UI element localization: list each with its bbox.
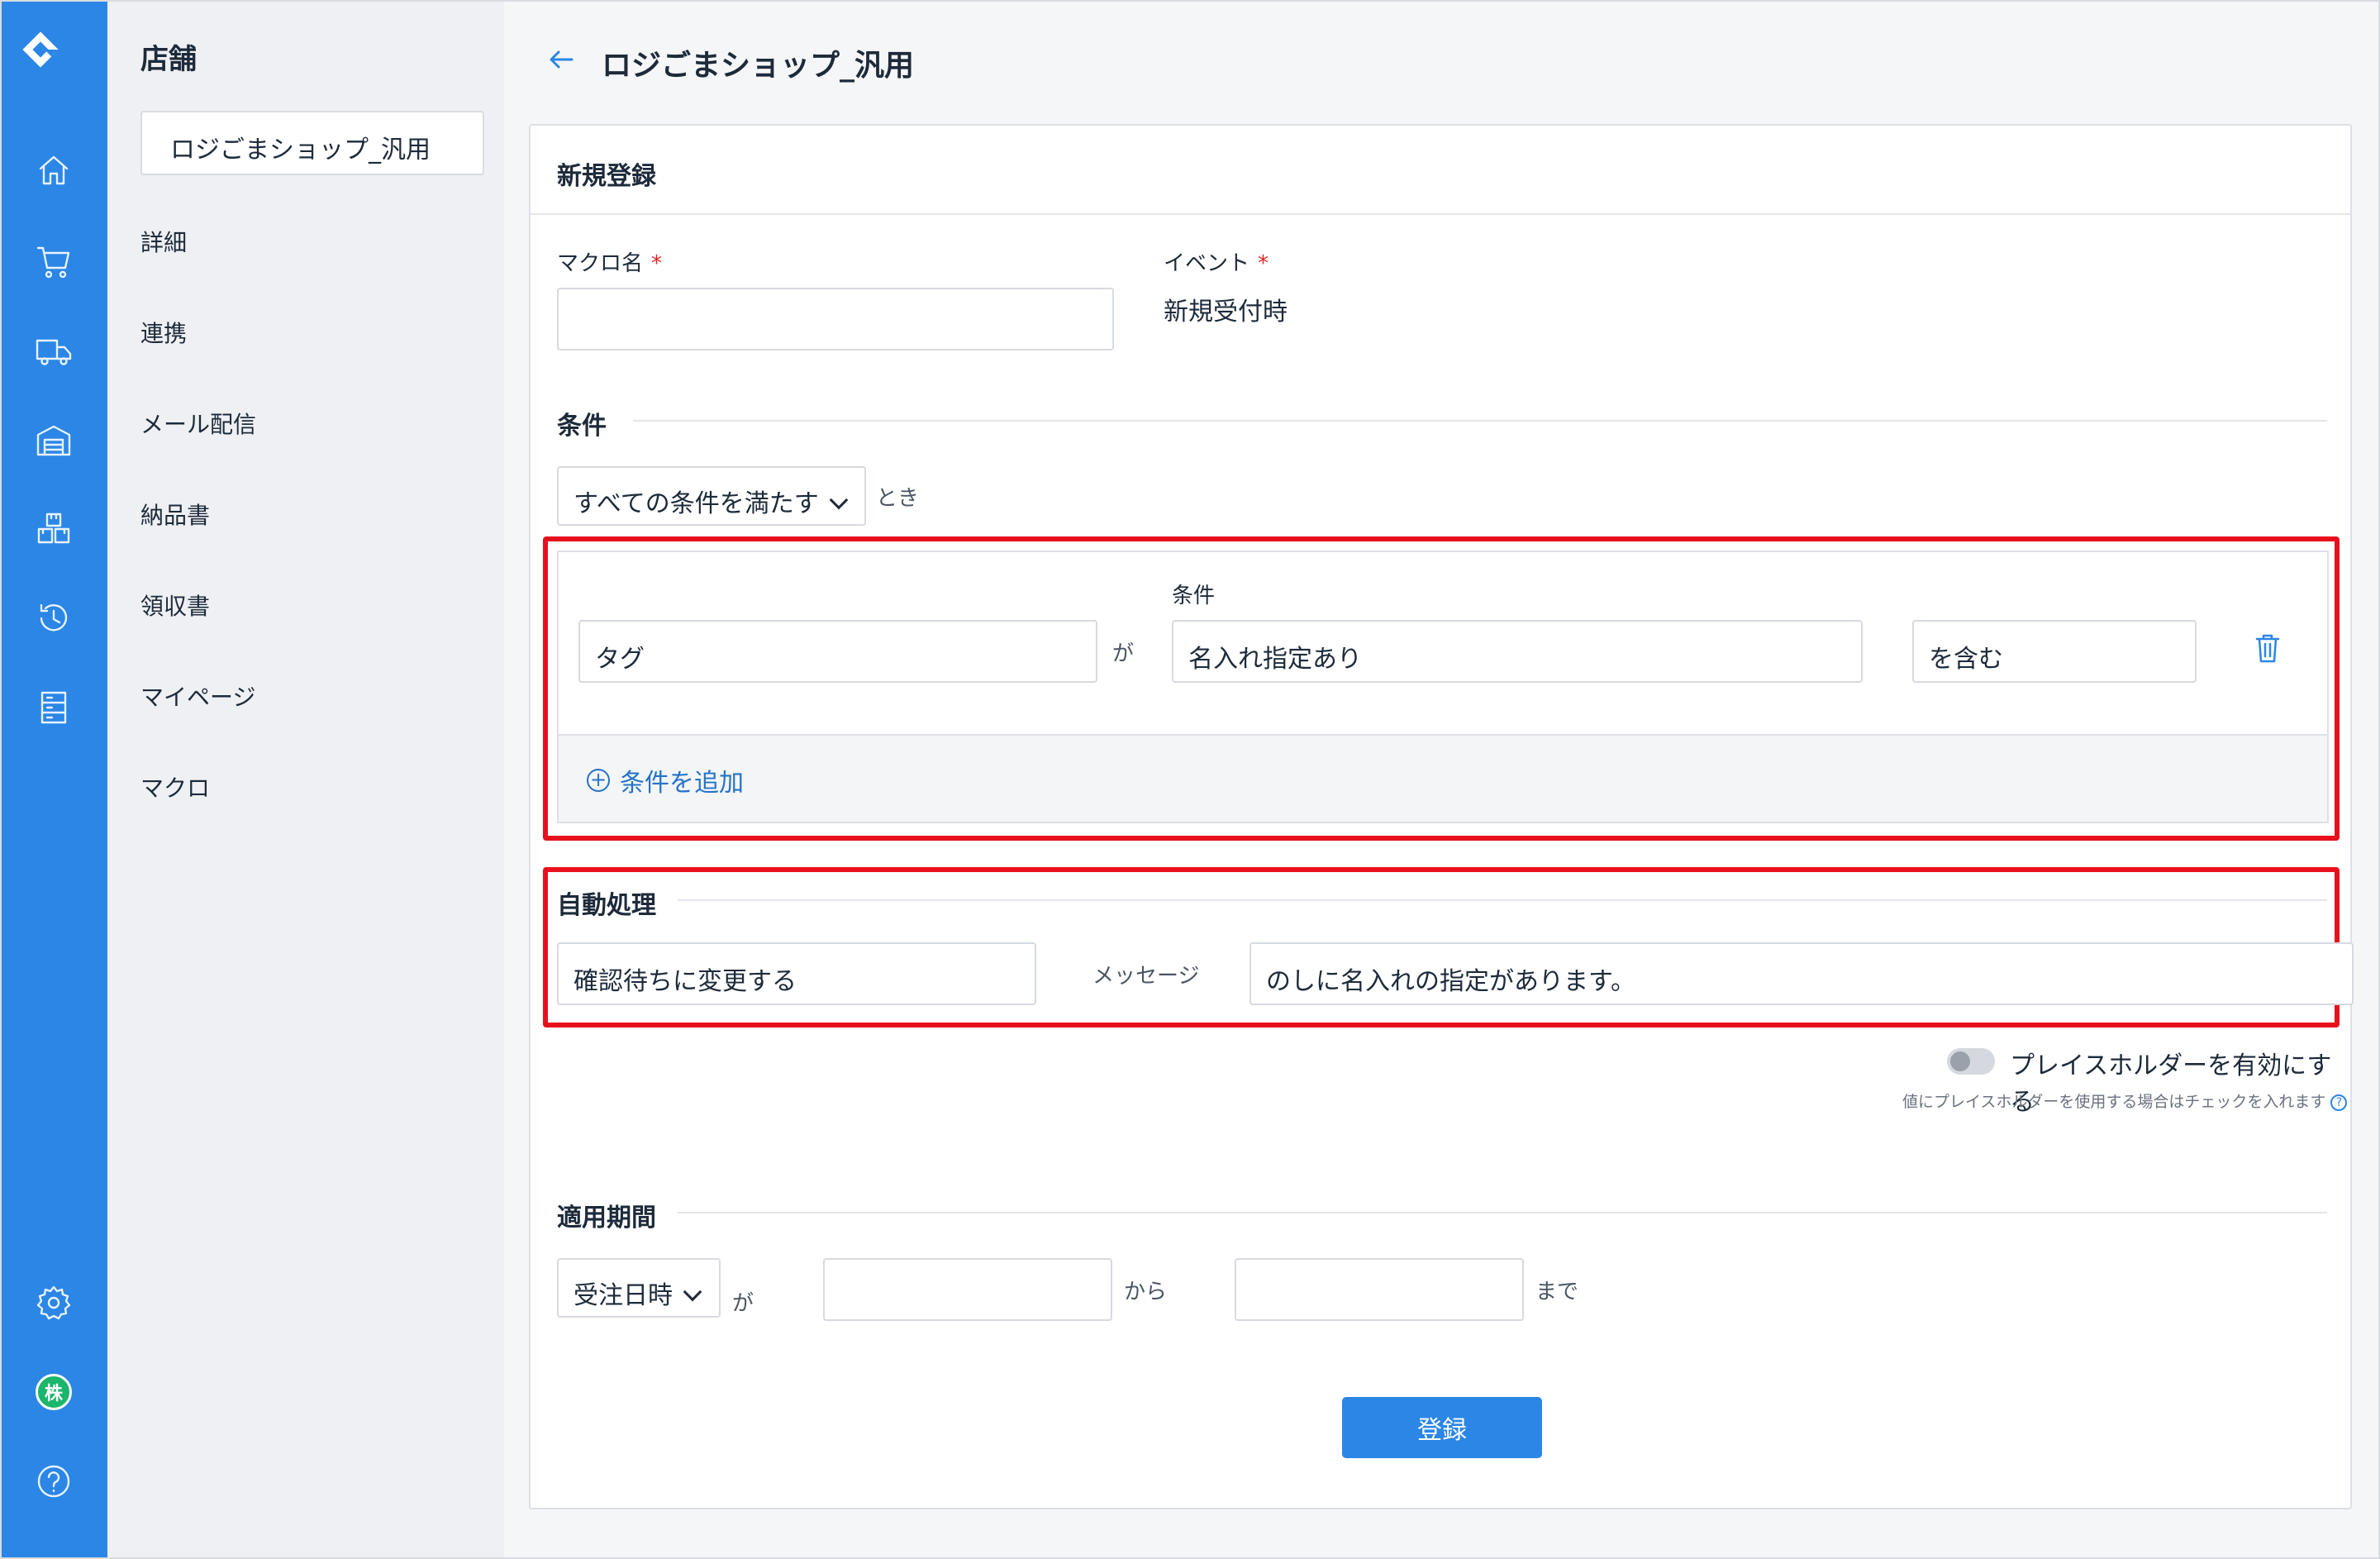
add-condition-button[interactable]: + 条件を追加 bbox=[587, 762, 744, 799]
conditions-section-title: 条件 bbox=[557, 412, 607, 441]
period-to-label: まで bbox=[1535, 1280, 1579, 1304]
logo-icon[interactable] bbox=[21, 30, 87, 96]
event-value: 新規受付時 bbox=[1164, 298, 1288, 327]
help-icon[interactable] bbox=[31, 1458, 77, 1504]
trash-icon[interactable] bbox=[2253, 632, 2282, 665]
question-icon[interactable]: ? bbox=[2330, 1094, 2348, 1111]
condition-rules-panel: 条件 タグ が 名入れ指定あり を含む + 条件を追加 bbox=[557, 551, 2329, 823]
condition-value-input[interactable]: 名入れ指定あり bbox=[1172, 620, 1863, 683]
condition-field-input[interactable]: タグ bbox=[578, 620, 1097, 683]
back-arrow-icon[interactable] bbox=[545, 43, 578, 76]
sidebar-item-mypage[interactable]: マイページ bbox=[140, 679, 255, 713]
macro-name-label: マクロ名 * bbox=[557, 251, 663, 276]
auto-process-section-title: 自動処理 bbox=[557, 891, 656, 920]
conditions-divider bbox=[633, 420, 2327, 422]
register-button[interactable]: 登録 bbox=[1342, 1397, 1542, 1458]
period-from-input[interactable] bbox=[823, 1258, 1112, 1321]
chevron-down-icon bbox=[683, 1282, 702, 1302]
avatar-icon[interactable]: 株 bbox=[31, 1369, 77, 1415]
plus-circle-icon: + bbox=[587, 769, 610, 792]
sidebar-item-integration[interactable]: 連携 bbox=[140, 316, 187, 349]
sidebar-item-receipt[interactable]: 領収書 bbox=[140, 589, 210, 622]
toggle-knob bbox=[1950, 1051, 1970, 1071]
condition-match-select[interactable]: すべての条件を満たす bbox=[557, 466, 866, 526]
message-input[interactable]: のしに名入れの指定があります。 bbox=[1250, 942, 2354, 1005]
event-label: イベント * bbox=[1164, 251, 1269, 276]
condition-column-label: 条件 bbox=[1172, 584, 1216, 608]
sidebar-title: 店舗 bbox=[140, 43, 197, 76]
condition-match-suffix: とき bbox=[876, 486, 920, 511]
gear-icon[interactable] bbox=[31, 1280, 77, 1326]
card-title: 新規登録 bbox=[557, 162, 656, 191]
sidebar-item-details[interactable]: 詳細 bbox=[140, 225, 187, 258]
auto-action-select[interactable]: 確認待ちに変更する bbox=[557, 942, 1036, 1005]
store-sidebar: 店舗 ロジごまショップ_汎用 詳細 連携 メール配信 納品書 領収書 マイページ… bbox=[107, 0, 504, 1559]
period-section-title: 適用期間 bbox=[557, 1204, 656, 1232]
sidebar-item-delivery-note[interactable]: 納品書 bbox=[140, 498, 210, 531]
home-icon[interactable] bbox=[31, 147, 77, 193]
boxes-icon[interactable] bbox=[31, 506, 77, 552]
warehouse-icon[interactable] bbox=[31, 417, 77, 463]
placeholder-hint: 値にプレイスホルダーを使用する場合はチェックを入れます? bbox=[1902, 1089, 2348, 1112]
cart-icon[interactable] bbox=[31, 238, 77, 284]
icon-rail: 株 bbox=[0, 0, 107, 1559]
condition-connector: が bbox=[1112, 641, 1135, 666]
card-header: 新規登録 bbox=[531, 126, 2350, 215]
auto-process-divider bbox=[678, 899, 2327, 901]
page-title: ロジごまショップ_汎用 bbox=[602, 49, 915, 83]
shop-selector[interactable]: ロジごまショップ_汎用 bbox=[140, 111, 484, 175]
period-divider bbox=[678, 1212, 2327, 1213]
history-icon[interactable] bbox=[31, 595, 77, 641]
period-from-label: から bbox=[1124, 1280, 1168, 1304]
sidebar-item-mail[interactable]: メール配信 bbox=[140, 407, 256, 440]
condition-panel-footer: + 条件を追加 bbox=[559, 734, 2327, 822]
macro-name-input[interactable] bbox=[557, 288, 1114, 350]
macro-form-card: 新規登録 マクロ名 * イベント * 新規受付時 条件 すべての条件を満たす とき … bbox=[529, 124, 2354, 1509]
database-icon[interactable] bbox=[31, 684, 77, 731]
truck-icon[interactable] bbox=[31, 327, 77, 374]
period-basis-select[interactable]: 受注日時 bbox=[557, 1258, 721, 1318]
avatar: 株 bbox=[36, 1374, 72, 1410]
message-label: メッセージ bbox=[1092, 964, 1200, 989]
condition-operator-select[interactable]: を含む bbox=[1912, 620, 2197, 683]
main-content: ロジごまショップ_汎用 新規登録 マクロ名 * イベント * 新規受付時 条件 すべ… bbox=[504, 0, 2380, 1559]
add-condition-label: 条件を追加 bbox=[620, 769, 744, 798]
period-connector: が bbox=[732, 1291, 754, 1316]
sidebar-item-macro[interactable]: マクロ bbox=[140, 770, 210, 803]
period-to-input[interactable] bbox=[1235, 1258, 1524, 1321]
placeholder-toggle[interactable] bbox=[1947, 1048, 1995, 1075]
chevron-down-icon bbox=[829, 490, 849, 510]
